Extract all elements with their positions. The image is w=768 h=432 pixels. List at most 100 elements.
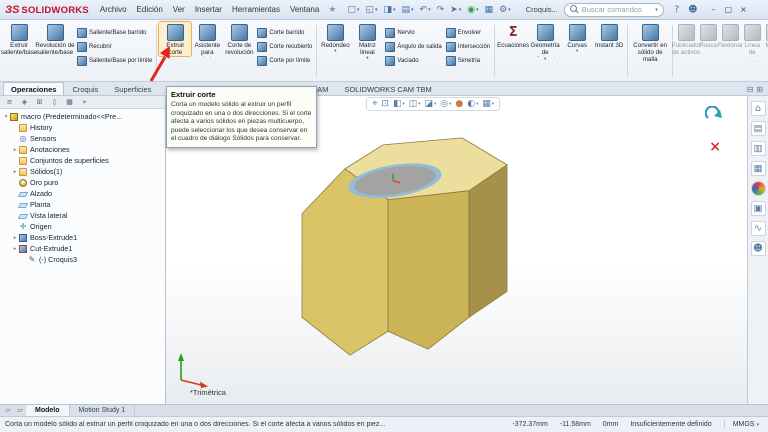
design-library-icon[interactable]: ▤ [750, 121, 766, 136]
save-icon[interactable]: ◨ ▾ [381, 2, 397, 18]
menu-ver[interactable]: Ver [168, 0, 190, 20]
ribbon-flexionar[interactable]: Flexionar [717, 22, 743, 49]
expander-icon[interactable]: ▸ [11, 235, 19, 241]
tab-dimxpertmanager-icon[interactable]: ◊ [48, 97, 61, 108]
ribbon-vaciado[interactable]: Vaciado [383, 54, 443, 68]
tab-croquis[interactable]: Croquis [64, 82, 106, 95]
menu-herramientas[interactable]: Herramientas [227, 0, 285, 20]
display-pane-collapse-icon[interactable]: ⊟ [747, 85, 754, 94]
tree-item-origen[interactable]: ✛ Origen [0, 221, 165, 232]
cancel-icon[interactable]: × [709, 140, 721, 154]
tree-item-vista-lateral[interactable]: Vista lateral [0, 210, 165, 221]
menu-ventana[interactable]: Ventana [285, 0, 324, 20]
ribbon-corte-barrido[interactable]: Corte barrido [255, 26, 314, 40]
display-style-icon[interactable]: ◪ ▾ [424, 99, 438, 109]
tree-item-boss-extrude1[interactable]: ▸ Boss-Extrude1 [0, 232, 165, 243]
hide-show-items-icon[interactable]: ◎ ▾ [439, 99, 452, 109]
ribbon-matriz-lineal[interactable]: Matriz lineal ▾ [351, 22, 383, 61]
ribbon-instant-3d[interactable]: Instant 3D [593, 22, 625, 49]
search-caret-icon[interactable]: ▾ [655, 7, 658, 13]
tab-displaymanager-icon[interactable]: ▦ [63, 97, 76, 108]
display-pane-expand-icon[interactable]: ⊞ [756, 85, 763, 94]
tree-item-anotaciones[interactable]: ▸ Anotaciones [0, 144, 165, 155]
tab-configurationmanager-icon[interactable]: ⊞ [33, 97, 46, 108]
sheet-tab-icon-1[interactable]: ▱ [2, 405, 14, 416]
apply-scene-icon[interactable]: ◐ ▾ [466, 99, 479, 109]
ribbon-revolución-de-saliente-base[interactable]: Revolución de saliente/base [35, 22, 75, 56]
ribbon-redondeo[interactable]: Redondeo ▾ [319, 22, 351, 54]
view-orientation-icon[interactable]: ◫ ▾ [408, 99, 422, 109]
open-icon[interactable]: ◱ ▾ [363, 2, 379, 18]
tab-propertymanager-icon[interactable]: ◈ [18, 97, 31, 108]
menu-edición[interactable]: Edición [132, 0, 168, 20]
expander-icon[interactable]: ▸ [11, 169, 19, 175]
tree-item-macro-predeterminado-pre[interactable]: ▾ macro (Predeterminado<<Pre... [0, 111, 165, 122]
ribbon-ángulo-de-salida[interactable]: Ángulo de salida [383, 40, 443, 54]
tree-item-conjuntos-de-superficies[interactable]: Conjuntos de superficies [0, 155, 165, 166]
forum-icon[interactable]: ☻ [750, 241, 766, 256]
ribbon-corte-recubierto[interactable]: Corte recubierto [255, 40, 314, 54]
ribbon-envolver[interactable]: Envolver [444, 26, 492, 40]
zoom-area-icon[interactable]: ⊡ [380, 99, 390, 109]
file-properties-icon[interactable]: ▦ [483, 2, 496, 18]
view-settings-icon[interactable]: ▦ ▾ [481, 99, 495, 109]
ribbon-publicador-de-activos[interactable]: Publicador de activos [672, 22, 701, 56]
command-search[interactable]: Buscar comandos ▾ [563, 2, 664, 17]
custom-properties-icon[interactable]: ▣ [750, 201, 766, 216]
exit-sketch-icon[interactable] [705, 106, 723, 122]
ribbon-línea-de-partición[interactable]: Línea de partición [740, 22, 764, 57]
edit-appearance-icon[interactable]: ● [454, 99, 464, 109]
ribbon-intersección[interactable]: Intersección [444, 40, 492, 54]
options-icon[interactable]: ⚙ ▾ [497, 2, 513, 18]
print-icon[interactable]: ▤ ▾ [400, 2, 416, 18]
user-icon[interactable]: ☻ [686, 3, 700, 17]
ribbon-rosca[interactable]: Rosca [697, 22, 719, 49]
tree-item-oro-puro[interactable]: Oro puro [0, 177, 165, 188]
expander-icon[interactable]: ▸ [11, 147, 19, 153]
sheet-tab-icon-2[interactable]: ▱ [14, 405, 26, 416]
undo-icon[interactable]: ↶ ▾ [418, 2, 433, 18]
units-selector[interactable]: MMGS ▾ [723, 421, 763, 428]
ribbon-curvas[interactable]: Curvas ▾ [561, 22, 593, 54]
rebuild-icon[interactable]: ◉ ▾ [465, 2, 480, 18]
task-pane-home-icon[interactable]: ⌂ [750, 101, 766, 116]
select-icon[interactable]: ➤ ▾ [448, 2, 463, 18]
expander-icon[interactable]: ▸ [11, 246, 19, 252]
ribbon-ecuaciones[interactable]: Σ Ecuaciones [497, 22, 529, 49]
menu-archivo[interactable]: Archivo [95, 0, 132, 20]
tree-item-sólidos-1[interactable]: ▸ Sólidos(1) [0, 166, 165, 177]
tab-featuremanager-icon[interactable]: ≡ [3, 97, 16, 108]
ribbon-extruir-saliente-base[interactable]: Extruir saliente/base [1, 22, 37, 56]
toolbox-icon[interactable]: ∿ [750, 221, 766, 236]
ribbon-mover[interactable]: Mover [763, 22, 768, 49]
expander-icon[interactable]: ▾ [2, 114, 10, 120]
ribbon-convertir-en-sólido-de-malla[interactable]: Convertir en sólido de malla [630, 22, 670, 63]
tree-item-croquis3[interactable]: ✎ (-) Croquis3 [0, 254, 165, 265]
ribbon-saliente-base-barrido[interactable]: Saliente/Base barrido [75, 26, 154, 40]
restore-button[interactable]: ▢ [721, 2, 736, 17]
help-icon[interactable]: ? [670, 3, 684, 17]
ribbon-asistente-para-taladro[interactable]: Asistente para taladro [191, 22, 223, 57]
menu-insertar[interactable]: Insertar [190, 0, 227, 20]
tree-item-alzado[interactable]: Alzado [0, 188, 165, 199]
tab-expand-icon[interactable]: » [78, 97, 91, 108]
ribbon-nervio[interactable]: Nervio [383, 26, 443, 40]
redo-icon[interactable]: ↷ [435, 2, 447, 18]
view-palette-icon[interactable]: ▦ [750, 161, 766, 176]
appearances-icon[interactable]: ● [750, 181, 766, 196]
ribbon-corte-de-revolución[interactable]: Corte de revolución [223, 22, 255, 56]
zoom-fit-icon[interactable]: ⌖ [371, 99, 378, 109]
tab-modelo[interactable]: Modelo [26, 405, 70, 416]
tab-motion-study-1[interactable]: Motion Study 1 [70, 405, 136, 416]
ribbon-geometría-de-referencia[interactable]: Geometría de referencia▾ [529, 22, 561, 62]
tab-solidworks-cam-tbm[interactable]: SOLIDWORKS CAM TBM [336, 82, 439, 95]
ribbon-simetría[interactable]: Simetría [444, 54, 492, 68]
ribbon-corte-por-límite[interactable]: Corte por límite [255, 54, 314, 68]
minimize-button[interactable]: – [706, 2, 721, 17]
close-button[interactable]: × [736, 2, 751, 17]
tree-item-sensors[interactable]: ◎ Sensors [0, 133, 165, 144]
section-view-icon[interactable]: ◧ ▾ [392, 99, 406, 109]
tree-item-cut-extrude1[interactable]: ▸ Cut-Extrude1 [0, 243, 165, 254]
new-document-icon[interactable]: ▢ ▾ [345, 2, 361, 18]
favorites-icon[interactable]: ★ [328, 4, 336, 15]
